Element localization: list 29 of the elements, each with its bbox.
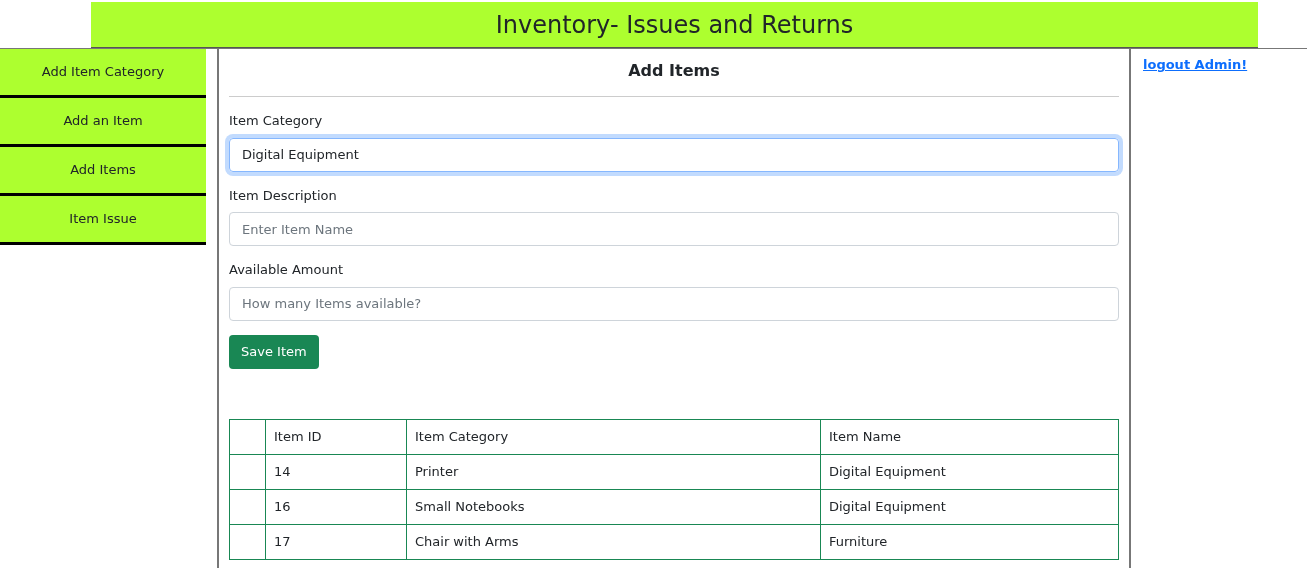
table-cell [229,454,266,489]
table-cell [229,524,266,559]
column-header [229,419,266,454]
sidebar-item[interactable]: Add Items [0,147,206,196]
input-field[interactable]: Enter Item Name [229,212,1119,246]
table-cell: Digital Equipment [820,489,1119,524]
table-cell: 16 [265,489,407,524]
field-label: Item Description [229,186,338,205]
section-title: Add Items [229,49,1119,97]
table-cell: 14 [265,454,407,489]
table-cell: Small Notebooks [406,489,821,524]
logout-link[interactable]: logout Admin! [1143,57,1248,72]
field-label: Item Category [229,112,324,130]
column-header: Item Name [820,419,1119,454]
table-cell: Printer [406,454,821,489]
table-cell: 17 [265,524,407,559]
sidebar-item[interactable]: Add Item Category [0,49,206,98]
table-cell: Furniture [820,524,1119,559]
table-cell: Digital Equipment [820,454,1119,489]
sidebar-item[interactable]: Add an Item [0,98,206,147]
field-label: Available Amount [229,261,345,279]
table-cell [229,489,266,524]
input-field[interactable]: How many Items available? [229,286,1119,321]
table-cell: Chair with Arms [406,524,821,559]
sidebar-item[interactable]: Item Issue [0,196,206,245]
column-header: Item ID [265,419,407,454]
column-header: Item Category [406,419,821,454]
save-button[interactable]: Save Item [229,334,319,369]
page-title: Inventory- Issues and Returns [91,2,1258,48]
